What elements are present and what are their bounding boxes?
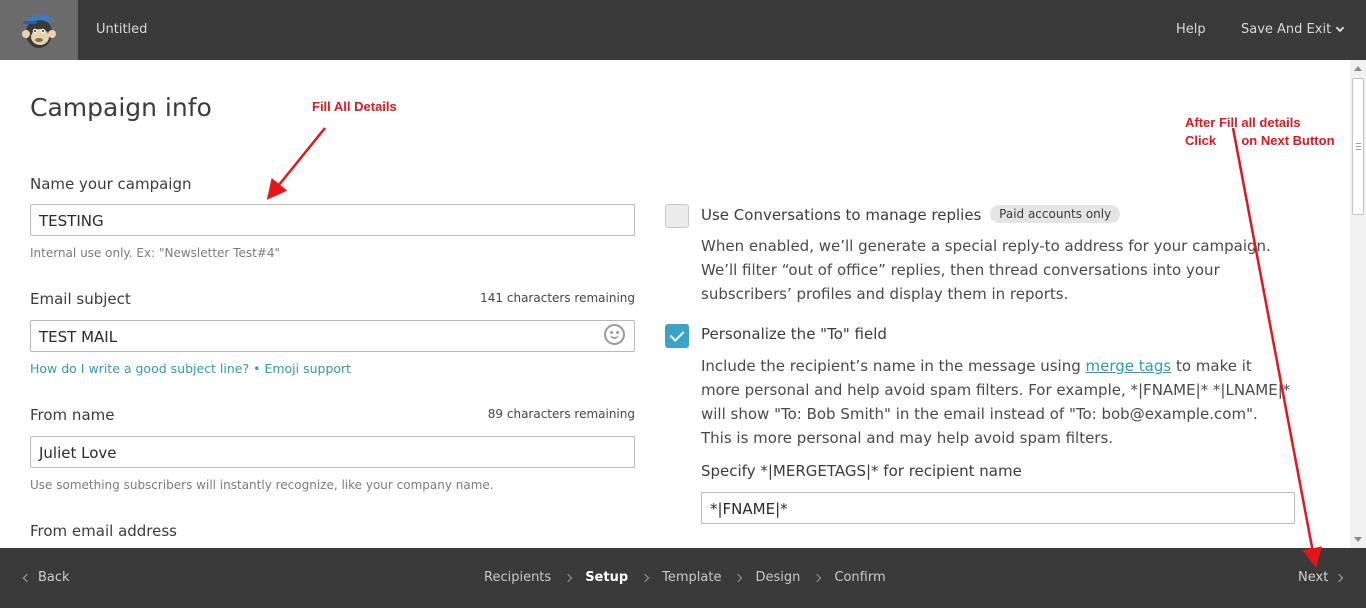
step-design[interactable]: Design bbox=[755, 570, 800, 585]
campaign-name-value: TESTING bbox=[39, 212, 104, 230]
save-and-exit-menu[interactable]: Save And Exit bbox=[1241, 22, 1345, 37]
help-link[interactable]: Help bbox=[1176, 22, 1206, 37]
conversations-title: Use Conversations to manage replies bbox=[701, 206, 982, 224]
conversations-description: When enabled, we’ll generate a special r… bbox=[701, 237, 1271, 303]
campaign-name-label: Name your campaign bbox=[30, 175, 192, 193]
after-fill-annotation: After Fill all details Click on Next Butt… bbox=[1185, 114, 1335, 150]
merge-tags-link[interactable]: merge tags bbox=[1086, 357, 1172, 375]
chevron-right-icon bbox=[640, 573, 650, 582]
emoji-picker-icon[interactable] bbox=[604, 324, 625, 345]
mergetags-label: Specify *|MERGETAGS|* for recipient name bbox=[701, 462, 1022, 480]
link-separator: • bbox=[249, 361, 265, 376]
from-name-hint: Use something subscribers will instantly… bbox=[30, 478, 494, 492]
page-title: Campaign info bbox=[30, 93, 212, 122]
back-label: Back bbox=[38, 570, 70, 585]
email-subject-input[interactable]: TEST MAIL bbox=[30, 320, 635, 352]
main-content: Campaign info Name your campaign TESTING… bbox=[0, 60, 1350, 548]
subject-help-links: How do I write a good subject line? • Em… bbox=[30, 361, 351, 376]
personalize-to-checkbox[interactable] bbox=[665, 324, 689, 348]
from-email-label: From email address bbox=[30, 522, 177, 540]
from-name-value: Juliet Love bbox=[39, 444, 117, 462]
save-and-exit-label: Save And Exit bbox=[1241, 22, 1332, 37]
campaign-name-hint: Internal use only. Ex: "Newsletter Test#… bbox=[30, 246, 281, 260]
mergetags-value: *|FNAME|* bbox=[710, 500, 788, 518]
after-fill-annotation-line1: After Fill all details bbox=[1185, 115, 1301, 130]
from-name-label: From name bbox=[30, 406, 115, 424]
next-label: Next bbox=[1298, 570, 1329, 585]
from-name-chars-remaining: 89 characters remaining bbox=[487, 407, 635, 421]
personalize-desc-before: Include the recipient’s name in the mess… bbox=[701, 357, 1086, 375]
chevron-down-icon bbox=[1335, 23, 1345, 32]
step-recipients[interactable]: Recipients bbox=[484, 570, 551, 585]
emoji-support-link[interactable]: Emoji support bbox=[264, 361, 351, 376]
conversations-option: Use Conversations to manage replies Paid… bbox=[701, 205, 1121, 224]
chevron-left-icon bbox=[22, 573, 32, 582]
after-fill-annotation-line2: Click on Next Button bbox=[1185, 133, 1335, 148]
personalize-to-title: Personalize the "To" field bbox=[701, 325, 887, 343]
mailchimp-logo[interactable] bbox=[0, 0, 78, 60]
email-subject-label: Email subject bbox=[30, 290, 131, 308]
personalize-description: Include the recipient’s name in the mess… bbox=[701, 354, 1291, 450]
chevron-right-icon bbox=[813, 573, 822, 582]
scroll-up-arrow-icon[interactable] bbox=[1354, 66, 1362, 71]
document-title: Untitled bbox=[96, 22, 148, 37]
step-template[interactable]: Template bbox=[662, 570, 721, 585]
wizard-steps: Recipients Setup Template Design Confirm bbox=[484, 570, 886, 585]
subject-line-help-link[interactable]: How do I write a good subject line? bbox=[30, 361, 249, 376]
from-name-input[interactable]: Juliet Love bbox=[30, 436, 635, 468]
top-bar: Untitled Help Save And Exit bbox=[0, 0, 1366, 60]
paid-accounts-badge: Paid accounts only bbox=[990, 205, 1121, 223]
next-button[interactable]: Next bbox=[1298, 570, 1344, 585]
bottom-nav-bar: Back Recipients Setup Template Design Co… bbox=[0, 548, 1366, 608]
monkey-logo-icon bbox=[22, 14, 56, 48]
step-confirm[interactable]: Confirm bbox=[834, 570, 885, 585]
email-subject-value: TEST MAIL bbox=[39, 328, 118, 346]
mergetags-input[interactable]: *|FNAME|* bbox=[701, 492, 1295, 524]
campaign-name-input[interactable]: TESTING bbox=[30, 204, 635, 236]
chevron-right-icon bbox=[734, 573, 743, 582]
step-setup[interactable]: Setup bbox=[585, 570, 628, 585]
vertical-scrollbar[interactable] bbox=[1350, 60, 1366, 548]
scroll-down-arrow-icon[interactable] bbox=[1354, 537, 1362, 542]
chevron-right-icon bbox=[563, 573, 573, 582]
subject-chars-remaining: 141 characters remaining bbox=[480, 291, 635, 305]
back-button[interactable]: Back bbox=[22, 570, 70, 585]
conversations-checkbox[interactable] bbox=[665, 204, 689, 228]
chevron-right-icon bbox=[1335, 573, 1344, 582]
fill-details-annotation: Fill All Details bbox=[312, 99, 397, 114]
scroll-thumb[interactable] bbox=[1352, 78, 1364, 215]
